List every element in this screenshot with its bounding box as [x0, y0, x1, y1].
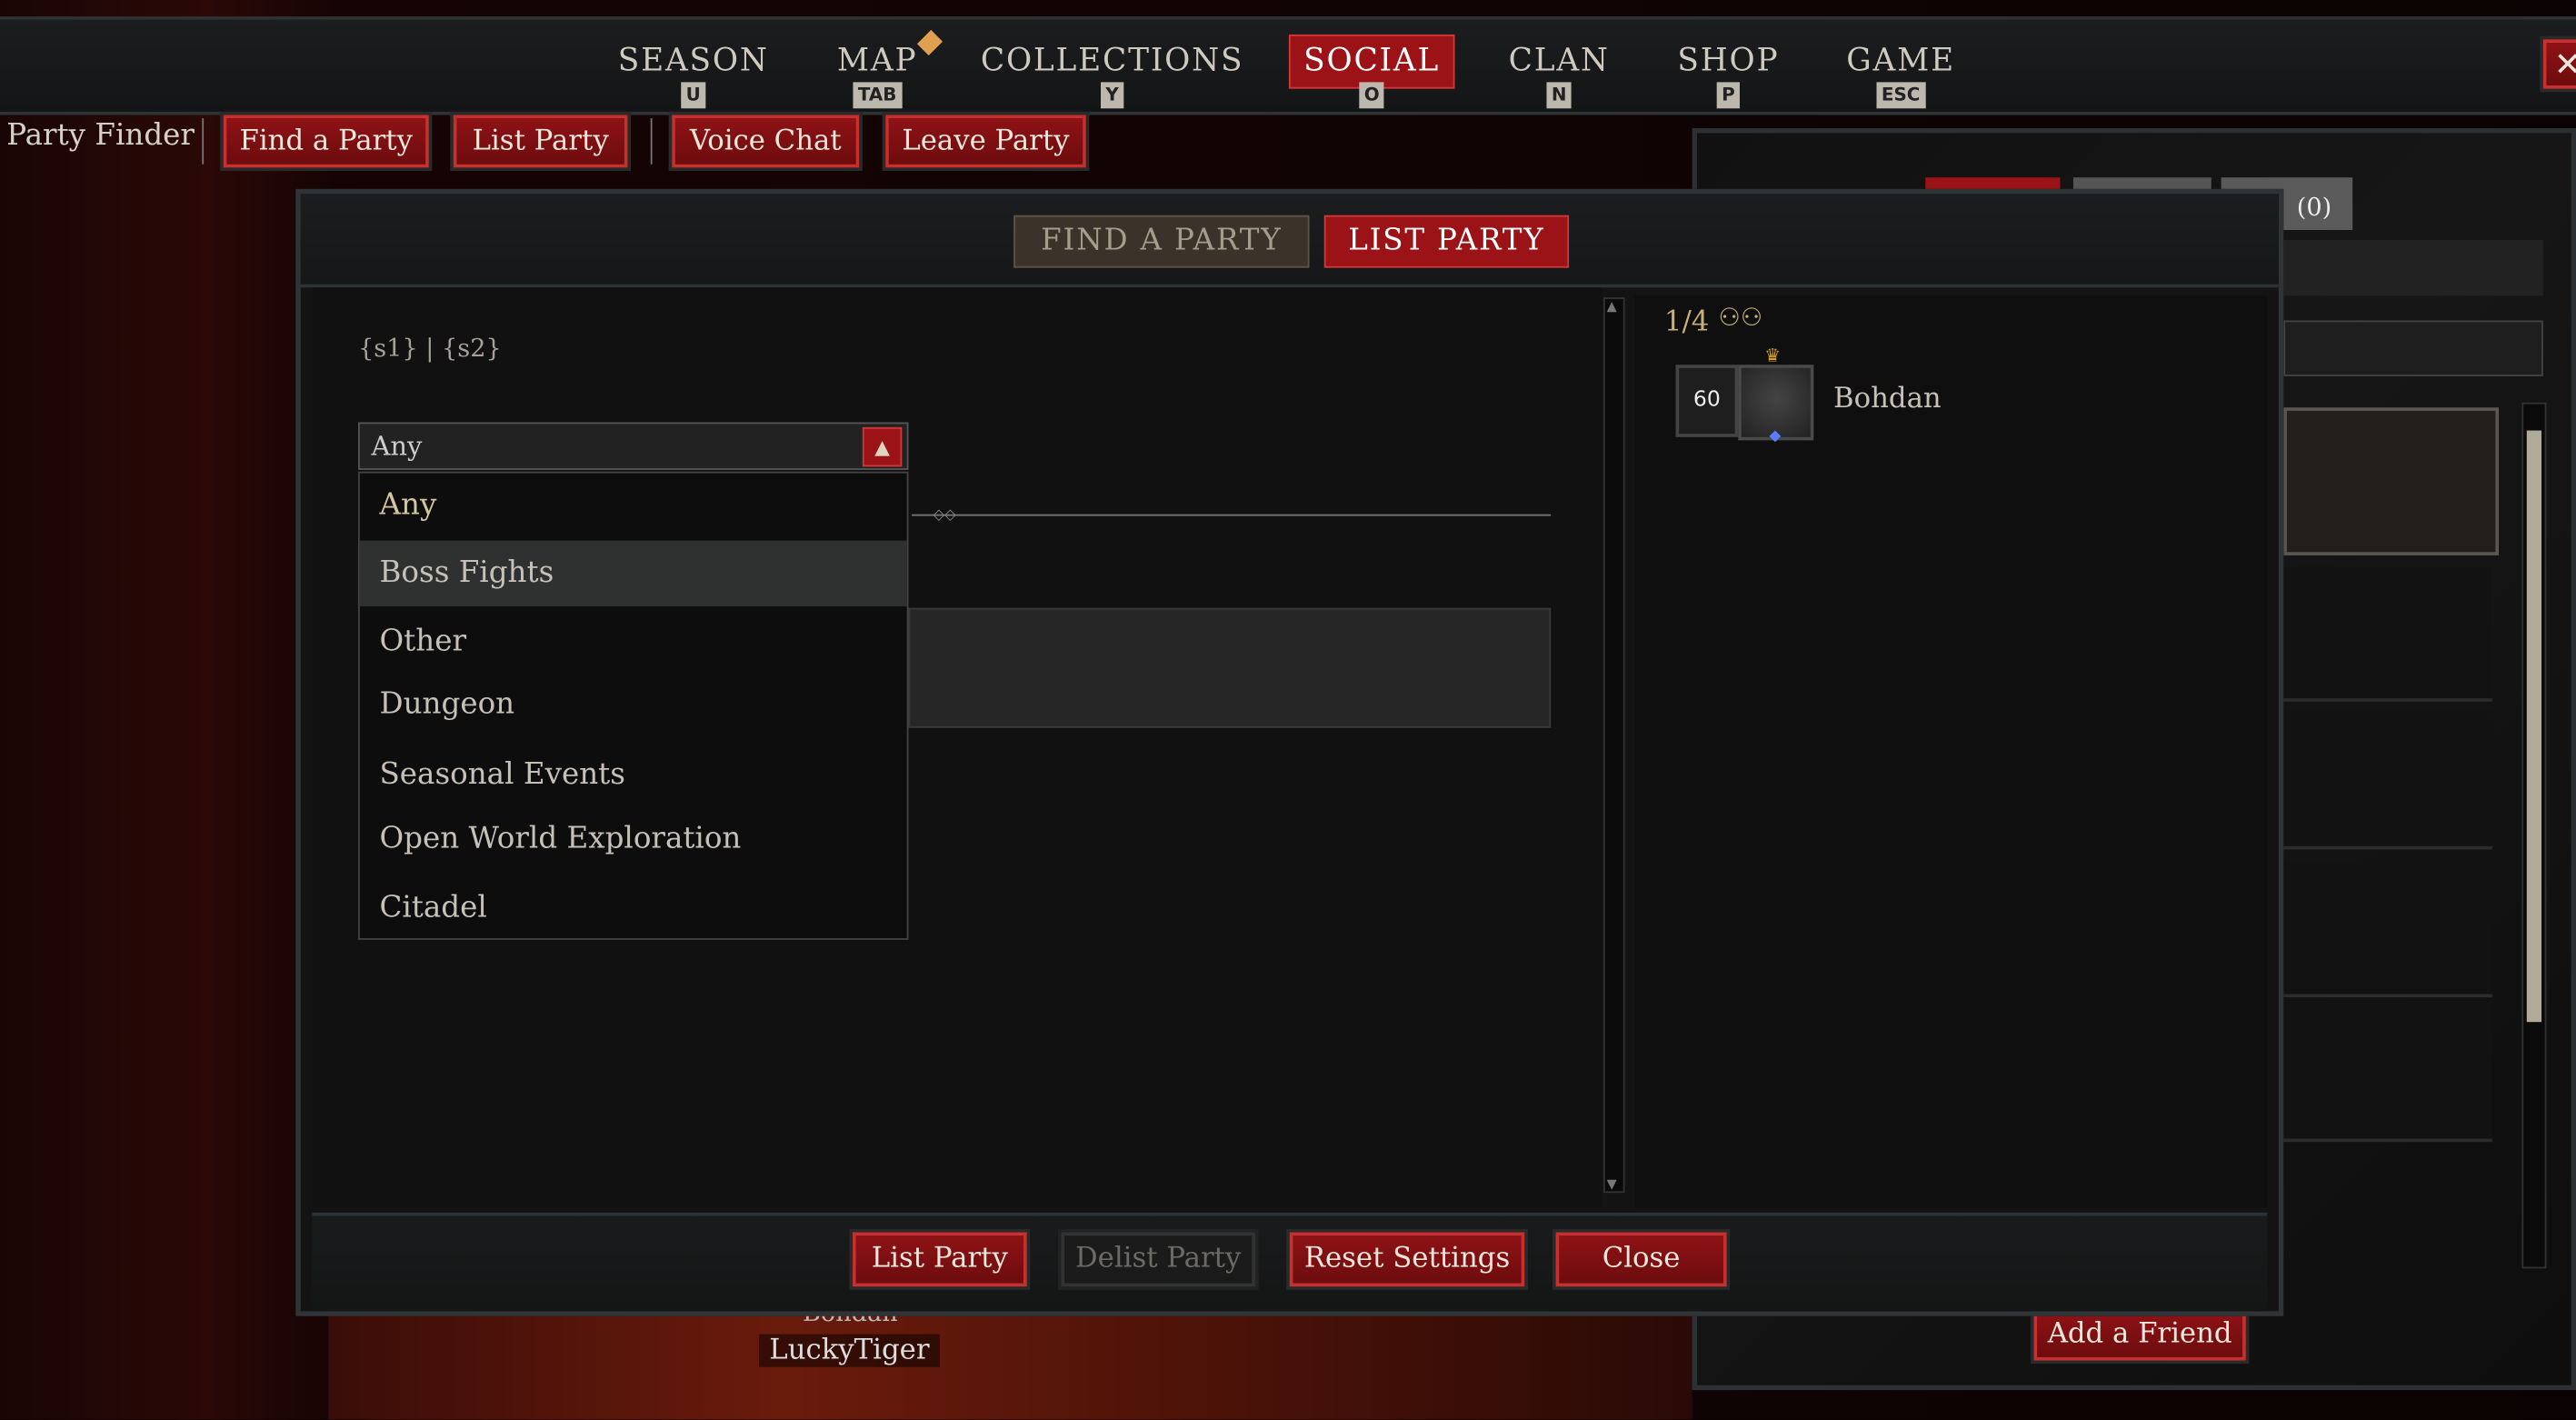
party-finder-title: Party Finder	[6, 118, 195, 154]
description-input[interactable]	[908, 607, 1552, 728]
keybind-badge: P	[1716, 82, 1741, 109]
dropdown-option-boss-fights[interactable]: Boss Fights	[359, 540, 907, 606]
list-party-submit-button[interactable]: List Party	[853, 1232, 1027, 1287]
option-label: Boss Fights	[379, 555, 554, 590]
social-filter-bar	[2283, 239, 2543, 296]
dropdown-option-open-world-exploration[interactable]: Open World Exploration	[380, 822, 742, 856]
voice-chat-button[interactable]: Voice Chat	[672, 115, 860, 168]
keybind-badge: Y	[1100, 82, 1124, 109]
friend-count: (0)	[2296, 192, 2332, 222]
member-name[interactable]: Bohdan	[1833, 383, 1942, 415]
nav-shop[interactable]: SHOP	[1677, 43, 1779, 79]
dropdown-option-citadel[interactable]: Citadel	[380, 891, 487, 925]
social-scrollbar[interactable]	[2521, 402, 2547, 1269]
keybind-badge: O	[1359, 82, 1385, 109]
list-party-button[interactable]: List Party	[453, 115, 628, 168]
dropdown-option-seasonal-events[interactable]: Seasonal Events	[380, 757, 625, 792]
member-level: 60	[1675, 365, 1739, 437]
dropdown-option-any[interactable]: Any	[380, 488, 437, 523]
friend-slot[interactable]	[2283, 862, 2492, 998]
activity-select-value: Any	[371, 430, 423, 462]
find-a-party-button[interactable]: Find a Party	[223, 115, 429, 168]
scene-player-tag: LuckyTiger	[759, 1334, 940, 1367]
delist-party-button[interactable]: Delist Party	[1061, 1232, 1255, 1287]
close-button[interactable]: Close	[1555, 1232, 1727, 1287]
game-screen: Bohdan LuckyTiger SEASON MAP COLLECTIONS…	[0, 0, 2576, 1420]
friend-slot[interactable]	[2283, 709, 2492, 850]
divider	[650, 118, 653, 165]
divider	[202, 118, 205, 165]
nav-clan[interactable]: CLAN	[1509, 43, 1610, 79]
scroll-down-icon[interactable]: ▼	[1607, 1176, 1617, 1191]
chevron-up-icon[interactable]: ▲	[862, 426, 903, 467]
scene-background	[328, 1297, 1692, 1420]
close-x-icon[interactable]: ✕	[2542, 39, 2576, 89]
nav-collections[interactable]: COLLECTIONS	[981, 43, 1243, 79]
keybind-badge: TAB	[853, 82, 902, 109]
add-a-friend-button[interactable]: Add a Friend	[2033, 1309, 2246, 1361]
nav-map[interactable]: MAP	[837, 43, 918, 79]
nav-season[interactable]: SEASON	[618, 43, 769, 79]
social-search-input[interactable]	[2283, 320, 2543, 376]
leave-party-button[interactable]: Leave Party	[885, 115, 1086, 168]
party-count: 1/4	[1663, 305, 1710, 339]
activity-select[interactable]: Any ▲	[358, 422, 909, 470]
dropdown-option-dungeon[interactable]: Dungeon	[380, 686, 515, 721]
settings-label: {s1} | {s2}	[358, 333, 502, 364]
leader-crown-icon: ♛	[1764, 345, 1781, 367]
tab-list-party[interactable]: LIST PARTY	[1323, 215, 1570, 268]
scroll-up-icon[interactable]: ▲	[1607, 299, 1617, 314]
friend-slot[interactable]	[2283, 566, 2492, 702]
tab-find-a-party[interactable]: FIND A PARTY	[1013, 215, 1310, 268]
nav-social[interactable]: SOCIAL	[1288, 34, 1455, 89]
group-icon: ⚇⚇	[1718, 302, 1763, 333]
settings-scrollbar[interactable]: ▲ ▼	[1603, 297, 1625, 1194]
activity-dropdown-list: Any Boss Fights Other Dungeon Seasonal E…	[358, 471, 909, 940]
reset-settings-button[interactable]: Reset Settings	[1289, 1232, 1525, 1287]
section-divider	[912, 514, 1552, 516]
keybind-badge: ESC	[1876, 82, 1925, 109]
nav-game[interactable]: GAME	[1846, 43, 1955, 79]
dropdown-option-other[interactable]: Other	[380, 625, 467, 659]
friend-slot[interactable]	[2283, 1002, 2492, 1143]
scrollbar-thumb[interactable]	[2526, 430, 2542, 1023]
ornament-icon: ◇◇	[933, 507, 956, 525]
keybind-badge: N	[1546, 82, 1572, 109]
friend-slot[interactable]	[2283, 407, 2500, 555]
keybind-badge: U	[681, 82, 706, 109]
member-portrait[interactable]	[1738, 365, 1814, 441]
